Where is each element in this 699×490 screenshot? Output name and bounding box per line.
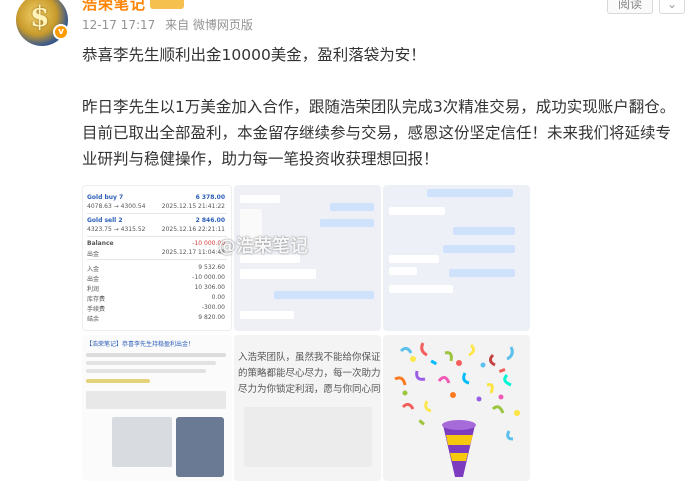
author-name[interactable]: 浩荣笔记 [82, 0, 146, 14]
post-content: 恭喜李先生顺利出金10000美金，盈利落袋为安！ 昨日李先生以1万美金加入合作，… [82, 42, 682, 198]
image-thumb-chat-1[interactable] [234, 185, 381, 331]
verified-badge-icon: v [53, 24, 69, 40]
thumb-text-line: 的策略都能尽心尽力，每一次助力都拼尽全力 [238, 368, 381, 379]
post-timestamp[interactable]: 12-17 17:17 [82, 18, 155, 32]
read-button[interactable]: 阅读 [606, 0, 653, 14]
image-thumb-celebration[interactable] [383, 335, 530, 481]
summary-value: -300.00 [201, 304, 225, 311]
post-body: 昨日李先生以1万美金加入合作，跟随浩荣团队完成3次精准交易，成功实现账户翻仓。目… [82, 98, 676, 168]
summary-value: 10 306.00 [194, 284, 225, 291]
summary-label: 结余 [87, 316, 100, 323]
avatar-dollar-image: $ [30, 0, 50, 33]
post-source: 来自 微博网页版 [165, 18, 253, 32]
image-thumb-text[interactable]: 入浩荣团队，虽然我不能给你保证能够翻倍 的策略都能尽心尽力，每一次助力都拼尽全力… [234, 335, 381, 481]
summary-value: 9 820.00 [198, 314, 225, 321]
statement-row-value: 2 846.00 [195, 217, 225, 224]
summary-value: 0.00 [211, 294, 225, 301]
thumb-text-line: 尽力为你锁定利润，愿与你同心同行，共同加油 [238, 384, 381, 395]
post-meta: 12-17 17:17 来自 微博网页版 [82, 16, 259, 33]
summary-label: 出金 [87, 276, 100, 283]
statement-row-value: 6 378.00 [195, 194, 225, 201]
image-thumb-article[interactable]: 【浩荣笔记】恭喜李先生持稳盈利出金！ [82, 335, 232, 481]
thumb-text-line: 入浩荣团队，虽然我不能给你保证能够翻倍 [238, 352, 381, 363]
post-headline: 恭喜李先生顺利出金10000美金，盈利落袋为安！ [82, 46, 426, 64]
summary-label: 库存费 [87, 296, 106, 303]
image-thumb-chat-2[interactable] [383, 185, 530, 331]
summary-value: 9 532.60 [198, 264, 225, 271]
summary-label: 入金 [87, 266, 100, 273]
image-thumb-statement[interactable]: Gold buy 76 378.00 4078.63 → 4300.54 2025… [82, 185, 232, 331]
statement-row-label: Gold sell 2 [87, 217, 123, 224]
party-popper-icon [394, 342, 520, 477]
summary-value: -10 000.00 [192, 274, 225, 281]
statement-row-label: Balance [87, 240, 114, 247]
user-level-badge [150, 0, 184, 9]
more-options-button[interactable]: ⌄ [659, 0, 685, 14]
summary-label: 手续费 [87, 306, 106, 313]
post-actions: 阅读 ⌄ [606, 0, 685, 14]
statement-row-label: Gold buy 7 [87, 194, 124, 201]
summary-label: 利润 [87, 286, 100, 293]
article-title: 【浩荣笔记】恭喜李先生持稳盈利出金！ [86, 341, 195, 348]
image-watermark: @浩荣笔记 [218, 236, 308, 257]
